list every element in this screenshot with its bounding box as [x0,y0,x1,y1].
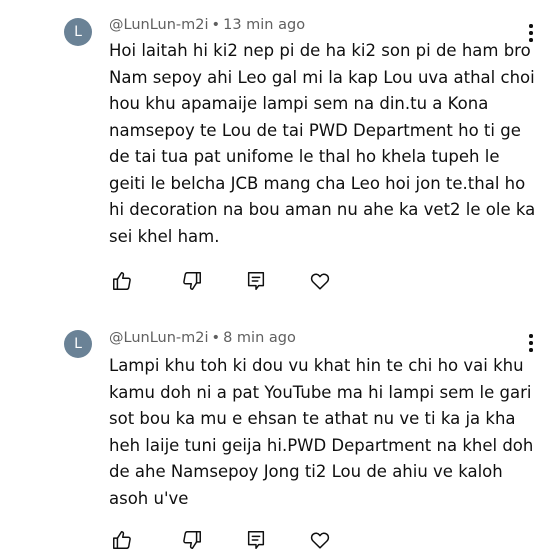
dislike-button[interactable] [176,524,208,556]
reply-icon [247,272,265,290]
reply-button[interactable] [240,524,272,556]
author-name[interactable]: @LunLun-m2i [109,17,209,33]
heart-button[interactable] [304,265,336,297]
comment-text: Hoi laitah hi ki2 nep pi de ha ki2 son p… [109,41,536,246]
more-vert-icon[interactable] [528,334,534,354]
dislike-button[interactable] [176,265,208,297]
comment-meta: @LunLun-m2i • 8 min ago [109,330,296,346]
heart-icon [310,273,330,290]
comment-time: 13 min ago [223,17,306,33]
comment-time: 8 min ago [223,330,296,346]
thumb-up-icon [113,531,131,549]
reply-button[interactable] [240,265,272,297]
thumb-down-icon [183,531,201,549]
comment-item: L @LunLun-m2i • 8 min ago Lampi khu toh ki… [0,310,560,560]
thumb-down-icon [183,272,201,290]
comment-text: Lampi khu toh ki dou vu khat hin te chi … [109,356,534,508]
meta-separator: • [211,17,221,33]
like-button[interactable] [106,265,138,297]
heart-button[interactable] [304,524,336,556]
meta-separator: • [211,330,221,346]
like-button[interactable] [106,524,138,556]
comment-item: L @LunLun-m2i • 13 min ago Hoi laitah hi k… [0,0,560,300]
comments-list: L @LunLun-m2i • 13 min ago Hoi laitah hi k… [0,0,560,560]
author-name[interactable]: @LunLun-m2i [109,330,209,346]
avatar[interactable]: L [64,18,92,46]
heart-icon [310,532,330,549]
avatar[interactable]: L [64,330,92,358]
reply-icon [247,531,265,549]
comment-meta: @LunLun-m2i • 13 min ago [109,17,305,33]
thumb-up-icon [113,272,131,290]
